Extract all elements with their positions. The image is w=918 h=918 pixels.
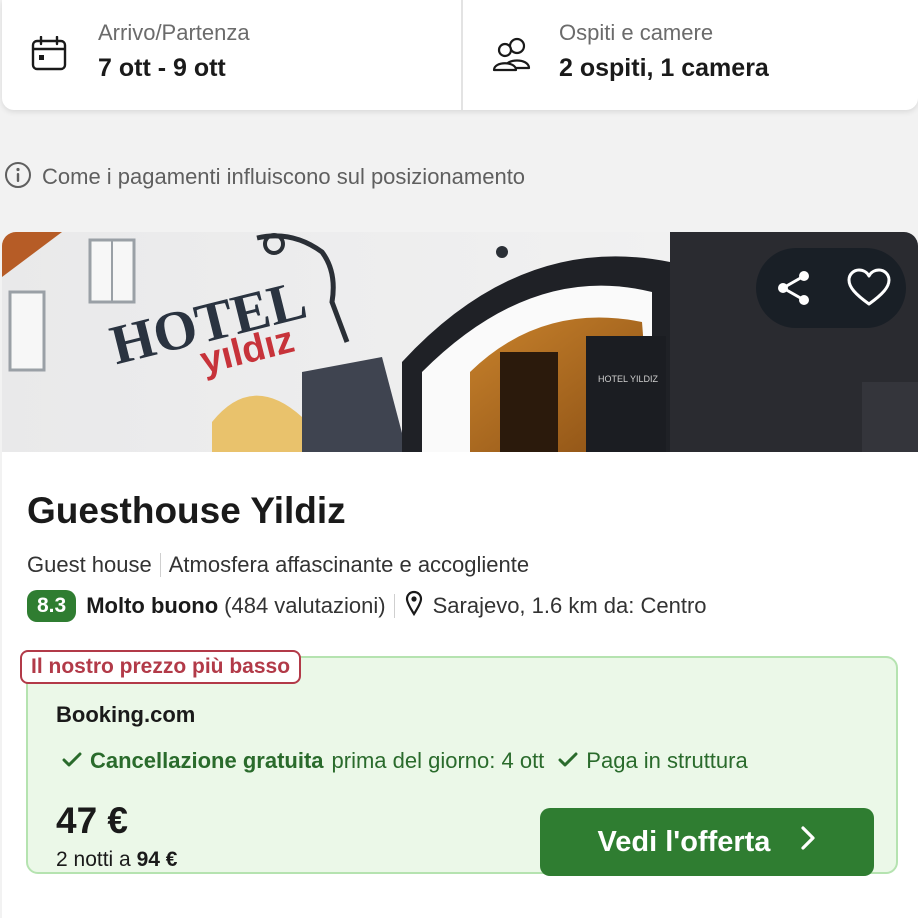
rating-word: Molto buono (86, 593, 219, 618)
offer-provider: Booking.com (56, 702, 196, 727)
hotel-location[interactable]: Sarajevo, 1.6 km da: Centro (433, 593, 707, 619)
nightly-price: 47 € (56, 800, 129, 841)
guests-value: 2 ospiti, 1 camera (559, 54, 769, 82)
view-offer-label: Vedi l'offerta (597, 825, 771, 858)
door-plaque-text: HOTEL YILDIZ (598, 374, 659, 384)
hotel-card[interactable]: HOTEL yıldız HOTEL YILDIZ Guesthouse Yil… (2, 232, 918, 918)
divider (393, 594, 395, 618)
rating-location-row: 8.3 Molto buono (484 valutazioni) Saraje… (27, 590, 707, 622)
view-offer-button[interactable]: Vedi l'offerta (540, 808, 874, 876)
share-icon[interactable] (770, 264, 818, 312)
dates-selector[interactable]: Arrivo/Partenza 7 ott - 9 ott (2, 0, 463, 110)
hotel-tagline: Atmosfera affascinante e accogliente (168, 552, 530, 577)
ranking-info-link[interactable]: Come i pagamenti influiscono sul posizio… (4, 161, 526, 194)
people-icon (491, 36, 531, 72)
info-icon (4, 161, 32, 194)
pay-at-property: Paga in struttura (558, 748, 748, 774)
check-icon (62, 748, 82, 774)
total-price: 2 notti a 94 € (56, 848, 177, 872)
offer-perks: Cancellazione gratuita prima del giorno:… (62, 748, 748, 774)
divider (159, 553, 161, 577)
guests-selector[interactable]: Ospiti e camere 2 ospiti, 1 camera (463, 0, 918, 110)
hotel-type: Guest house (27, 552, 152, 577)
pin-icon (405, 590, 423, 622)
lowest-price-badge: Il nostro prezzo più basso (20, 650, 302, 684)
calendar-icon (30, 35, 70, 72)
photo-actions (756, 248, 906, 328)
total-prefix: 2 notti a (56, 848, 131, 871)
hotel-photo[interactable]: HOTEL yıldız HOTEL YILDIZ (2, 232, 918, 452)
chevron-right-icon (800, 825, 816, 859)
review-count[interactable]: (484 valutazioni) (224, 593, 385, 619)
dates-label: Arrivo/Partenza (98, 20, 250, 45)
ranking-info-text: Come i pagamenti influiscono sul posizio… (42, 164, 526, 189)
check-icon (558, 748, 578, 774)
dates-value: 7 ott - 9 ott (98, 54, 226, 82)
pay-at-property-label: Paga in struttura (586, 748, 748, 773)
search-summary-bar: Arrivo/Partenza 7 ott - 9 ott Ospiti e c… (2, 0, 918, 110)
hotel-name[interactable]: Guesthouse Yildiz (27, 490, 346, 532)
total-value: 94 € (136, 848, 178, 871)
free-cancellation: Cancellazione gratuita (90, 748, 324, 773)
cancellation-deadline: prima del giorno: 4 ott (331, 748, 545, 773)
hotel-type-row: Guest house Atmosfera affascinante e acc… (27, 552, 529, 578)
rating-score-badge: 8.3 (27, 590, 77, 622)
guests-label: Ospiti e camere (559, 20, 714, 45)
offer-box[interactable]: Booking.com Cancellazione gratuita prima… (26, 656, 898, 876)
heart-icon[interactable] (845, 264, 893, 312)
